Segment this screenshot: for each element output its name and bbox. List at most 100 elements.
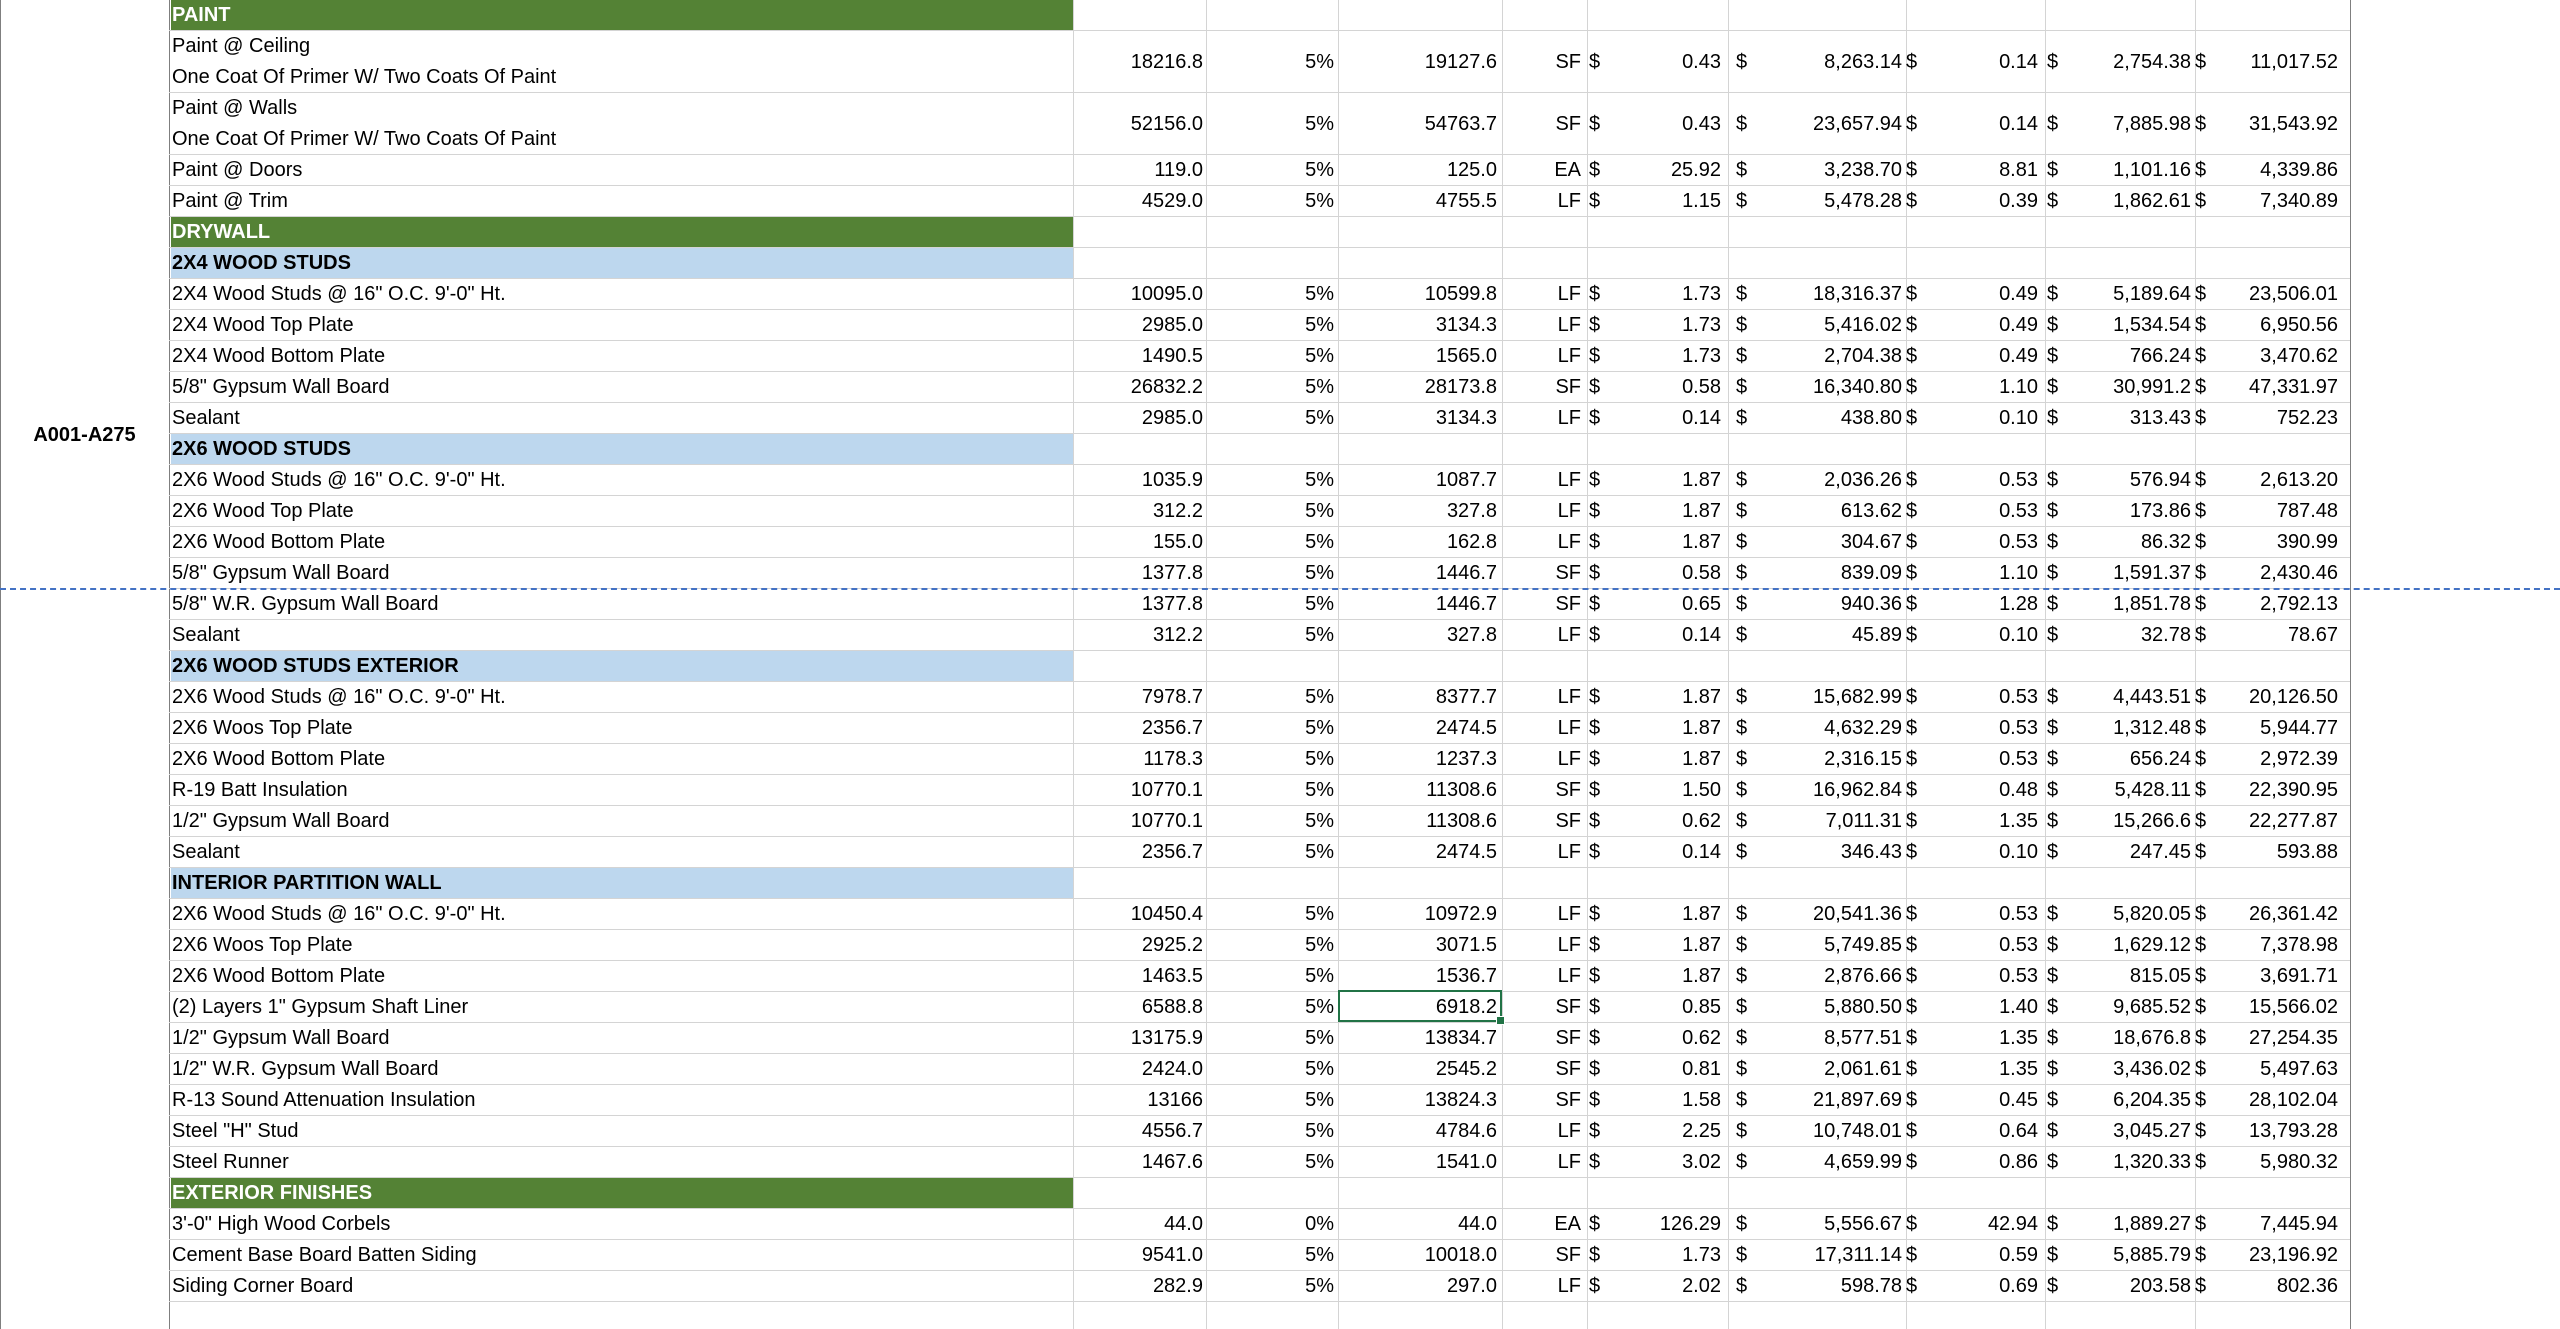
material-unit-cost-cell[interactable]: 1.87 bbox=[1606, 930, 1725, 961]
description-cell[interactable]: 5/8" Gypsum Wall Board bbox=[171, 558, 1073, 589]
labor-total-cell[interactable]: 203.58 bbox=[2064, 1271, 2195, 1302]
waste-percent-cell[interactable]: 5% bbox=[1206, 496, 1338, 527]
grand-total-cell[interactable]: 78.67 bbox=[2212, 620, 2342, 651]
labor-unit-cost-cell[interactable]: 0.53 bbox=[1923, 713, 2042, 744]
quantity-cell[interactable]: 52156.0 bbox=[1073, 93, 1206, 155]
quantity-cell[interactable]: 9541.0 bbox=[1073, 1240, 1206, 1271]
total-quantity-cell[interactable]: 3134.3 bbox=[1338, 310, 1502, 341]
unit-cell[interactable]: EA bbox=[1502, 155, 1587, 186]
quantity-cell[interactable]: 18216.8 bbox=[1073, 31, 1206, 93]
unit-cell[interactable]: SF bbox=[1502, 372, 1587, 403]
total-quantity-cell[interactable]: 1446.7 bbox=[1338, 558, 1502, 589]
description-cell[interactable]: 2X4 Wood Top Plate bbox=[171, 310, 1073, 341]
description-cell[interactable]: 2X6 Woos Top Plate bbox=[171, 930, 1073, 961]
total-quantity-cell[interactable]: 125.0 bbox=[1338, 155, 1502, 186]
labor-unit-cost-cell[interactable]: 0.49 bbox=[1923, 341, 2042, 372]
total-quantity-cell[interactable]: 44.0 bbox=[1338, 1209, 1502, 1240]
description-cell[interactable]: Siding Corner Board bbox=[171, 1271, 1073, 1302]
material-total-cell[interactable]: 2,704.38 bbox=[1753, 341, 1906, 372]
material-unit-cost-cell[interactable]: 1.87 bbox=[1606, 961, 1725, 992]
labor-unit-cost-cell[interactable]: 0.59 bbox=[1923, 1240, 2042, 1271]
material-unit-cost-cell[interactable]: 0.62 bbox=[1606, 806, 1725, 837]
unit-cell[interactable]: SF bbox=[1502, 1054, 1587, 1085]
unit-cell[interactable]: SF bbox=[1502, 93, 1587, 155]
total-quantity-cell[interactable]: 10599.8 bbox=[1338, 279, 1502, 310]
description-cell[interactable]: 2X6 Wood Bottom Plate bbox=[171, 744, 1073, 775]
description-cell[interactable]: 2X4 WOOD STUDS bbox=[171, 248, 1073, 279]
quantity-cell[interactable]: 10770.1 bbox=[1073, 775, 1206, 806]
total-quantity-cell[interactable]: 11308.6 bbox=[1338, 775, 1502, 806]
waste-percent-cell[interactable]: 5% bbox=[1206, 1240, 1338, 1271]
labor-total-cell[interactable]: 1,312.48 bbox=[2064, 713, 2195, 744]
labor-unit-cost-cell[interactable]: 42.94 bbox=[1923, 1209, 2042, 1240]
waste-percent-cell[interactable]: 5% bbox=[1206, 713, 1338, 744]
material-unit-cost-cell[interactable]: 0.14 bbox=[1606, 837, 1725, 868]
material-total-cell[interactable]: 20,541.36 bbox=[1753, 899, 1906, 930]
material-total-cell[interactable]: 5,749.85 bbox=[1753, 930, 1906, 961]
grand-total-cell[interactable]: 2,613.20 bbox=[2212, 465, 2342, 496]
labor-unit-cost-cell[interactable]: 0.48 bbox=[1923, 775, 2042, 806]
material-unit-cost-cell[interactable]: 0.43 bbox=[1606, 93, 1725, 155]
unit-cell[interactable]: LF bbox=[1502, 341, 1587, 372]
labor-unit-cost-cell[interactable]: 1.40 bbox=[1923, 992, 2042, 1023]
labor-total-cell[interactable]: 3,045.27 bbox=[2064, 1116, 2195, 1147]
description-cell[interactable]: 2X6 Woos Top Plate bbox=[171, 713, 1073, 744]
grand-total-cell[interactable]: 23,196.92 bbox=[2212, 1240, 2342, 1271]
material-unit-cost-cell[interactable]: 1.73 bbox=[1606, 310, 1725, 341]
material-unit-cost-cell[interactable]: 1.73 bbox=[1606, 1240, 1725, 1271]
description-cell[interactable]: 1/2" Gypsum Wall Board bbox=[171, 1023, 1073, 1054]
material-total-cell[interactable]: 613.62 bbox=[1753, 496, 1906, 527]
quantity-cell[interactable]: 2925.2 bbox=[1073, 930, 1206, 961]
active-cell-selection[interactable] bbox=[1338, 990, 1505, 1025]
labor-unit-cost-cell[interactable]: 0.49 bbox=[1923, 279, 2042, 310]
material-total-cell[interactable]: 2,036.26 bbox=[1753, 465, 1906, 496]
labor-unit-cost-cell[interactable]: 1.10 bbox=[1923, 372, 2042, 403]
material-unit-cost-cell[interactable]: 1.73 bbox=[1606, 279, 1725, 310]
waste-percent-cell[interactable]: 5% bbox=[1206, 806, 1338, 837]
material-unit-cost-cell[interactable]: 1.15 bbox=[1606, 186, 1725, 217]
unit-cell[interactable]: EA bbox=[1502, 1209, 1587, 1240]
material-unit-cost-cell[interactable]: 126.29 bbox=[1606, 1209, 1725, 1240]
material-total-cell[interactable]: 8,263.14 bbox=[1753, 31, 1906, 93]
unit-cell[interactable]: LF bbox=[1502, 1147, 1587, 1178]
material-total-cell[interactable]: 5,556.67 bbox=[1753, 1209, 1906, 1240]
total-quantity-cell[interactable]: 1536.7 bbox=[1338, 961, 1502, 992]
quantity-cell[interactable]: 2985.0 bbox=[1073, 403, 1206, 434]
total-quantity-cell[interactable]: 297.0 bbox=[1338, 1271, 1502, 1302]
grand-total-cell[interactable]: 47,331.97 bbox=[2212, 372, 2342, 403]
description-cell[interactable]: R-13 Sound Attenuation Insulation bbox=[171, 1085, 1073, 1116]
description-cell[interactable]: 2X4 Wood Bottom Plate bbox=[171, 341, 1073, 372]
description-cell[interactable]: 3'-0" High Wood Corbels bbox=[171, 1209, 1073, 1240]
material-unit-cost-cell[interactable]: 1.87 bbox=[1606, 465, 1725, 496]
waste-percent-cell[interactable]: 5% bbox=[1206, 186, 1338, 217]
quantity-cell[interactable]: 44.0 bbox=[1073, 1209, 1206, 1240]
grand-total-cell[interactable]: 13,793.28 bbox=[2212, 1116, 2342, 1147]
description-cell[interactable]: (2) Layers 1" Gypsum Shaft Liner bbox=[171, 992, 1073, 1023]
waste-percent-cell[interactable]: 5% bbox=[1206, 1147, 1338, 1178]
waste-percent-cell[interactable]: 5% bbox=[1206, 558, 1338, 589]
material-total-cell[interactable]: 598.78 bbox=[1753, 1271, 1906, 1302]
material-unit-cost-cell[interactable]: 0.58 bbox=[1606, 558, 1725, 589]
grand-total-cell[interactable]: 5,944.77 bbox=[2212, 713, 2342, 744]
material-unit-cost-cell[interactable]: 1.87 bbox=[1606, 713, 1725, 744]
labor-total-cell[interactable]: 86.32 bbox=[2064, 527, 2195, 558]
material-unit-cost-cell[interactable]: 1.87 bbox=[1606, 899, 1725, 930]
grand-total-cell[interactable]: 5,980.32 bbox=[2212, 1147, 2342, 1178]
labor-total-cell[interactable]: 15,266.6 bbox=[2064, 806, 2195, 837]
labor-unit-cost-cell[interactable]: 0.39 bbox=[1923, 186, 2042, 217]
material-unit-cost-cell[interactable]: 1.87 bbox=[1606, 527, 1725, 558]
quantity-cell[interactable]: 10450.4 bbox=[1073, 899, 1206, 930]
material-unit-cost-cell[interactable]: 1.87 bbox=[1606, 744, 1725, 775]
material-total-cell[interactable]: 23,657.94 bbox=[1753, 93, 1906, 155]
waste-percent-cell[interactable]: 5% bbox=[1206, 1116, 1338, 1147]
waste-percent-cell[interactable]: 5% bbox=[1206, 341, 1338, 372]
unit-cell[interactable]: SF bbox=[1502, 1240, 1587, 1271]
description-cell[interactable]: Steel "H" Stud bbox=[171, 1116, 1073, 1147]
unit-cell[interactable]: LF bbox=[1502, 186, 1587, 217]
unit-cell[interactable]: LF bbox=[1502, 403, 1587, 434]
description-cell[interactable]: 5/8" Gypsum Wall Board bbox=[171, 372, 1073, 403]
total-quantity-cell[interactable]: 162.8 bbox=[1338, 527, 1502, 558]
material-total-cell[interactable]: 5,478.28 bbox=[1753, 186, 1906, 217]
quantity-cell[interactable]: 119.0 bbox=[1073, 155, 1206, 186]
unit-cell[interactable]: LF bbox=[1502, 496, 1587, 527]
